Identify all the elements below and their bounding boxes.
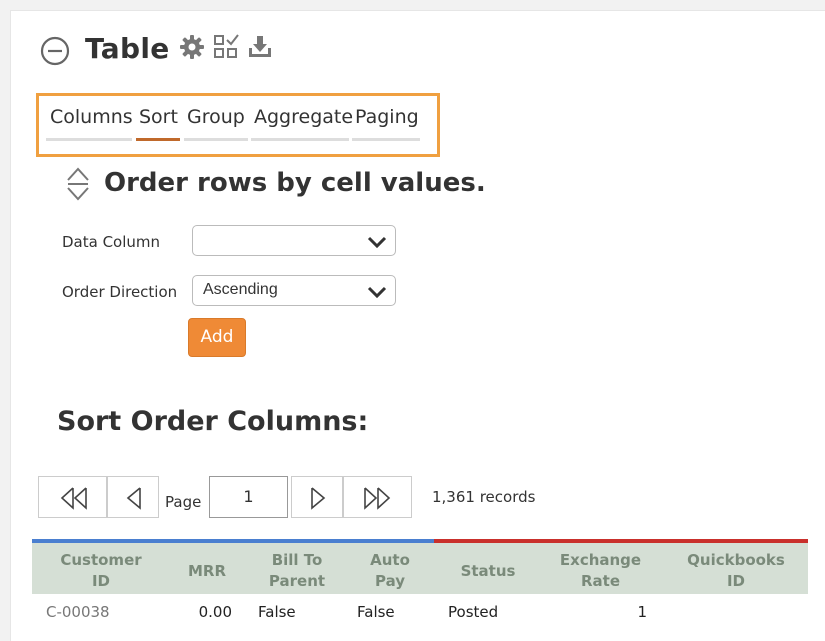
next-page-button[interactable]: [291, 476, 343, 518]
last-page-button[interactable]: [343, 476, 412, 518]
double-left-arrow-icon: [60, 487, 87, 510]
table-cell-customer-id[interactable]: C-00038: [46, 603, 110, 621]
order-direction-label: Order Direction: [62, 283, 178, 301]
page-title: Table: [85, 32, 170, 65]
left-arrow-icon: [126, 487, 141, 510]
table-cell-exchange-rate: 1: [637, 603, 647, 621]
chevron-down-icon: [367, 236, 387, 249]
column-header-mrr[interactable]: MRR: [175, 561, 239, 582]
tab-paging[interactable]: Paging: [355, 106, 419, 128]
checklist-icon[interactable]: [213, 34, 239, 60]
table-cell-status: Posted: [448, 603, 499, 621]
column-header-bill-to-parent[interactable]: Bill To Parent: [254, 550, 340, 592]
add-button[interactable]: Add: [188, 318, 246, 357]
tab-underline-sort: [136, 138, 180, 141]
data-column-select[interactable]: [192, 225, 396, 256]
gear-icon[interactable]: [179, 34, 205, 60]
download-icon[interactable]: [247, 34, 273, 60]
section-title: Order rows by cell values.: [104, 168, 486, 198]
column-header-exchange-rate[interactable]: Exchange Rate: [548, 550, 653, 592]
sort-order-columns-title: Sort Order Columns:: [57, 406, 369, 437]
chevron-down-icon: [367, 286, 387, 299]
sort-icon: [67, 167, 89, 201]
first-page-button[interactable]: [38, 476, 107, 518]
records-count: 1,361 records: [432, 488, 536, 506]
table-cell-mrr: 0.00: [198, 603, 232, 621]
tab-underline-group: [184, 138, 248, 141]
order-direction-select[interactable]: Ascending: [192, 275, 396, 306]
table-cell-auto-pay: False: [357, 603, 395, 621]
tab-underline-columns: [46, 138, 132, 141]
page-input[interactable]: 1: [209, 476, 288, 518]
table-cell-bill-to-parent: False: [258, 603, 296, 621]
tab-columns[interactable]: Columns: [50, 106, 133, 128]
double-right-arrow-icon: [364, 487, 391, 510]
column-header-customer-id[interactable]: Customer ID: [52, 550, 150, 592]
tab-sort[interactable]: Sort: [139, 106, 178, 128]
column-header-quickbooks-id[interactable]: Quickbooks ID: [680, 550, 792, 592]
column-header-status[interactable]: Status: [448, 561, 528, 582]
page-label: Page: [165, 493, 202, 511]
column-header-auto-pay[interactable]: Auto Pay: [360, 550, 420, 592]
order-direction-value: Ascending: [203, 281, 278, 298]
tab-group[interactable]: Group: [187, 106, 245, 128]
data-column-label: Data Column: [62, 233, 161, 251]
minus-circle-icon[interactable]: [40, 36, 70, 66]
tab-aggregate[interactable]: Aggregate: [254, 106, 353, 128]
tab-underline-paging: [352, 138, 420, 141]
prev-page-button[interactable]: [107, 476, 159, 518]
tab-underline-aggregate: [251, 138, 349, 141]
right-arrow-icon: [311, 487, 326, 510]
